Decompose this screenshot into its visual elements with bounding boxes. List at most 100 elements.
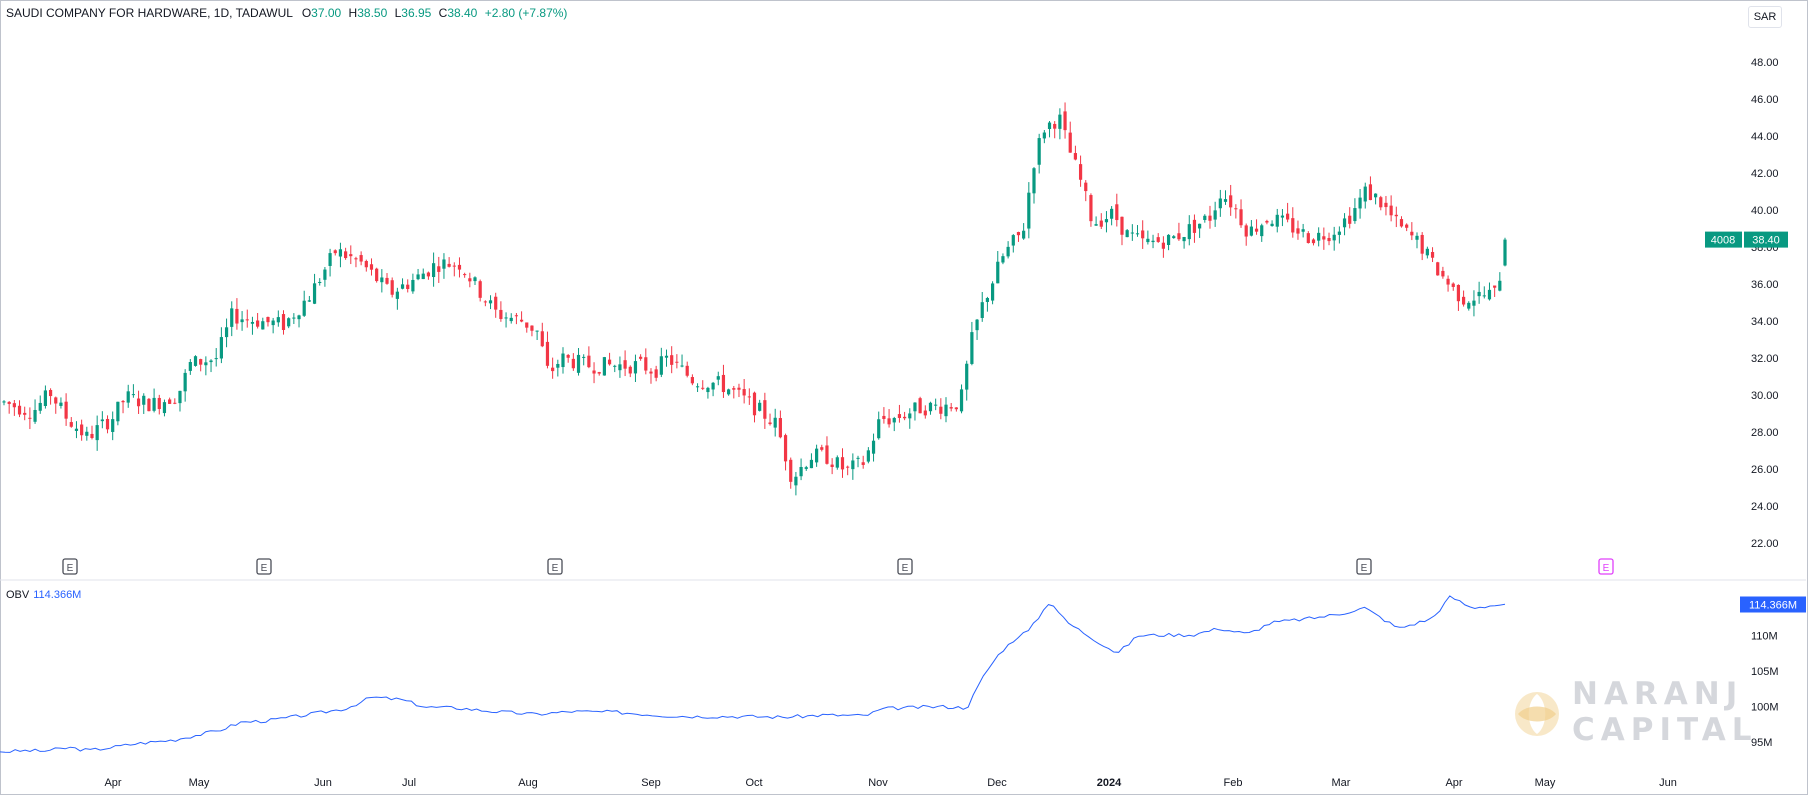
candle-body xyxy=(271,320,275,326)
candle-body xyxy=(758,402,762,411)
candle-body xyxy=(1379,197,1383,208)
candle-body xyxy=(1389,205,1393,216)
candle-body xyxy=(556,363,560,368)
candle-body xyxy=(338,249,343,257)
candle-body xyxy=(349,254,353,257)
candle-body xyxy=(1239,209,1243,226)
candle-body xyxy=(1358,197,1362,209)
candle-body xyxy=(7,401,11,404)
x-axis-label: Jul xyxy=(402,777,416,789)
candle-body xyxy=(64,401,68,419)
x-axis-label: Mar xyxy=(1332,777,1351,789)
candle-body xyxy=(934,404,938,406)
candle-body xyxy=(85,431,89,436)
candle-body xyxy=(1053,123,1057,129)
watermark: NARANJ CAPITAL xyxy=(1512,676,1751,748)
candle-body xyxy=(551,367,555,372)
candle-body xyxy=(116,401,120,422)
candle-body xyxy=(54,397,58,404)
change-value: +2.80 (+7.87%) xyxy=(484,6,568,20)
candle-body xyxy=(499,309,503,319)
candle-body xyxy=(276,317,280,323)
candle-body xyxy=(157,397,161,410)
candle-body xyxy=(861,462,865,465)
price-tick-label: 22.00 xyxy=(1751,538,1779,550)
candle-body xyxy=(33,409,37,422)
candle-body xyxy=(1146,238,1150,243)
candle-body xyxy=(949,407,953,409)
price-tick-label: 44.00 xyxy=(1751,131,1779,143)
candle-body xyxy=(1472,300,1476,306)
obv-tick-label: 110M xyxy=(1751,631,1778,643)
candle-body xyxy=(17,405,22,415)
candle-body xyxy=(136,398,141,407)
candle-body xyxy=(483,301,487,303)
candle-body xyxy=(675,361,679,363)
candle-body xyxy=(1198,223,1202,229)
candle-body xyxy=(1482,295,1486,297)
candle-body xyxy=(1223,199,1228,202)
candle-body xyxy=(980,302,984,318)
candle-body xyxy=(1115,204,1119,221)
candle-body xyxy=(333,250,337,254)
x-axis-label: Apr xyxy=(1445,777,1462,789)
candle-body xyxy=(1477,291,1481,297)
candle-body xyxy=(778,418,782,438)
candle-body xyxy=(1394,214,1398,217)
open-value: 37.00 xyxy=(311,6,342,20)
candle-body xyxy=(571,358,575,369)
candle-body xyxy=(566,354,570,358)
candle-body xyxy=(323,269,327,280)
candle-body xyxy=(576,354,581,373)
naranj-logo-icon xyxy=(1515,692,1559,736)
x-axis-label: May xyxy=(189,777,210,789)
candle-body xyxy=(1110,208,1114,219)
candle-body xyxy=(421,273,425,280)
candle-body xyxy=(173,402,177,404)
candle-body xyxy=(369,264,374,270)
candle-body xyxy=(939,406,943,414)
low-value: 36.95 xyxy=(401,6,432,20)
candle-body xyxy=(90,433,94,438)
candle-body xyxy=(965,363,969,390)
watermark-line2: CAPITAL xyxy=(1572,712,1758,748)
candle-body xyxy=(1006,246,1010,257)
candle-body xyxy=(1011,235,1015,246)
candle-body xyxy=(364,261,368,268)
candle-body xyxy=(1353,208,1357,222)
currency-button[interactable]: SAR xyxy=(1748,6,1782,28)
candle-body xyxy=(903,416,907,419)
price-badge-text: 38.40 xyxy=(1752,235,1780,247)
candle-body xyxy=(1425,248,1429,256)
candle-body xyxy=(385,277,389,284)
candle-body xyxy=(1327,237,1331,242)
price-tick-label: 42.00 xyxy=(1751,168,1779,180)
earnings-marker-label: E xyxy=(1361,563,1368,574)
candle-body xyxy=(261,321,265,330)
candle-body xyxy=(799,466,803,477)
candle-body xyxy=(1161,242,1165,249)
candle-body xyxy=(519,319,524,322)
candle-body xyxy=(1187,224,1191,240)
candle-body xyxy=(178,390,182,404)
price-tick-label: 46.00 xyxy=(1751,94,1779,106)
candle-body xyxy=(1493,285,1497,288)
candle-body xyxy=(152,397,156,411)
candle-body xyxy=(970,332,974,364)
candle-body xyxy=(281,314,286,330)
candle-body xyxy=(613,365,617,367)
candle-body xyxy=(473,277,477,282)
candle-body xyxy=(633,361,638,374)
candle-body xyxy=(400,284,405,289)
candle-body xyxy=(69,422,73,427)
candle-body xyxy=(1384,202,1388,208)
price-tick-label: 30.00 xyxy=(1751,390,1779,402)
candle-body xyxy=(1073,153,1078,160)
candle-body xyxy=(1104,219,1109,223)
price-tick-label: 48.00 xyxy=(1751,57,1779,69)
x-axis-label: Apr xyxy=(104,777,121,789)
candle-body xyxy=(1047,122,1052,130)
candle-body xyxy=(607,359,612,365)
candle-body xyxy=(1446,278,1450,285)
open-label: O xyxy=(301,6,312,20)
